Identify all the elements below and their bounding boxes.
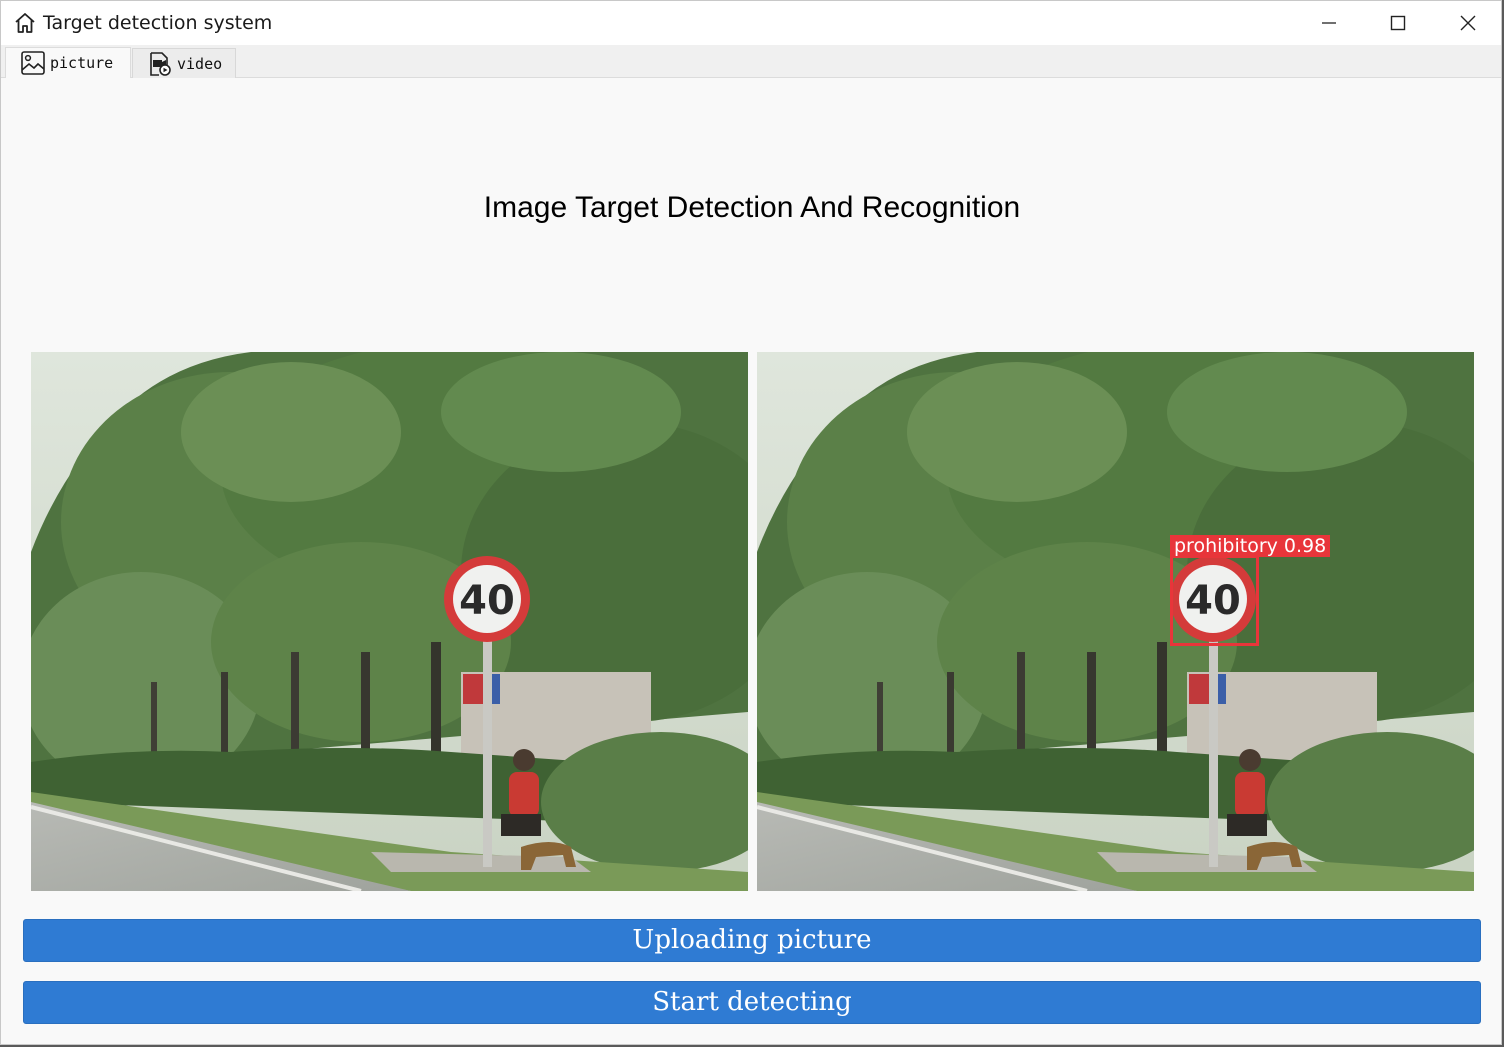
minimize-icon: [1322, 22, 1336, 24]
close-button[interactable]: [1433, 1, 1503, 45]
video-file-icon: [150, 51, 171, 76]
image-icon: [21, 51, 45, 75]
home-icon: [13, 11, 37, 35]
speed-sign-text: 40: [459, 578, 515, 624]
tab-picture[interactable]: picture: [5, 47, 131, 78]
close-icon: [1460, 15, 1476, 31]
upload-picture-button[interactable]: Uploading picture: [23, 919, 1481, 962]
page-heading: Image Target Detection And Recognition: [483, 191, 1021, 224]
tab-video-label: video: [177, 54, 223, 73]
minimize-button[interactable]: [1294, 1, 1364, 45]
tab-video[interactable]: video: [132, 48, 236, 78]
maximize-button[interactable]: [1363, 1, 1433, 45]
start-detecting-button[interactable]: Start detecting: [23, 981, 1481, 1024]
window-title: Target detection system: [43, 12, 273, 34]
title-bar[interactable]: Target detection system: [1, 1, 1501, 45]
detection-box: [1170, 555, 1259, 646]
tab-bar: picture video: [1, 45, 1501, 78]
detection-label: prohibitory 0.98: [1170, 535, 1331, 557]
result-image: 40 prohibitory 0.98: [757, 352, 1474, 891]
original-image: 40: [31, 352, 748, 891]
maximize-icon: [1390, 15, 1406, 31]
app-window: Target detection system picture video Im…: [0, 0, 1502, 1045]
tab-picture-label: picture: [50, 54, 114, 72]
